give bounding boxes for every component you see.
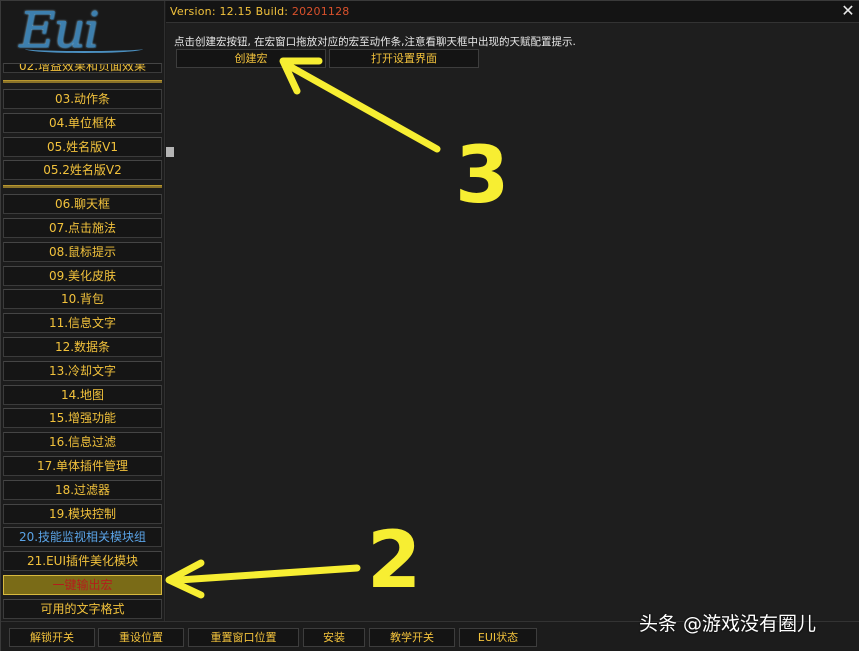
sidebar-item-11[interactable]: 11.信息文字 [3, 313, 162, 333]
sidebar-divider [3, 80, 162, 83]
sidebar-item-16[interactable]: 16.信息过滤 [3, 432, 162, 452]
logo-swoosh [25, 45, 143, 53]
create-macro-button[interactable]: 创建宏 [176, 49, 326, 68]
sidebar-item-17[interactable]: 17.单体插件管理 [3, 456, 162, 476]
unlock-toggle-button[interactable]: 解锁开关 [9, 628, 95, 647]
build-label: Build: [255, 5, 289, 18]
title-bar: Version: 12.15 Build: 20201128 ✕ [166, 1, 859, 23]
eui-status-button[interactable]: EUI状态 [459, 628, 537, 647]
build-number: 20201128 [291, 5, 350, 18]
sidebar-item-macro-output[interactable]: 一键输出宏 [3, 575, 162, 595]
sidebar-item-15[interactable]: 15.增强功能 [3, 408, 162, 428]
sidebar-item-05[interactable]: 05.姓名版V1 [3, 137, 162, 157]
sidebar-item-13[interactable]: 13.冷却文字 [3, 361, 162, 381]
sidebar-item-09[interactable]: 09.美化皮肤 [3, 266, 162, 286]
scroll-handle[interactable] [166, 147, 174, 157]
close-icon[interactable]: ✕ [840, 3, 856, 19]
sidebar-item-03[interactable]: 03.动作条 [3, 89, 162, 109]
install-button[interactable]: 安装 [303, 628, 365, 647]
version-number: 12.15 [219, 5, 252, 18]
sidebar-item-20[interactable]: 20.技能监视相关模块组 [3, 527, 162, 547]
sidebar-item-05-2[interactable]: 05.2姓名版V2 [3, 160, 162, 180]
version-info: Version: 12.15 Build: 20201128 [170, 5, 350, 19]
sidebar-item-06[interactable]: 06.聊天框 [3, 194, 162, 214]
version-label: Version: [170, 5, 216, 18]
sidebar: Eui 02.增益效果和负面效果 03.动作条 04.单位框体 05.姓名版V1… [1, 1, 165, 621]
sidebar-item-18[interactable]: 18.过滤器 [3, 480, 162, 500]
sidebar-item-04[interactable]: 04.单位框体 [3, 113, 162, 133]
sidebar-item-08[interactable]: 08.鼠标提示 [3, 242, 162, 262]
sidebar-item-07[interactable]: 07.点击施法 [3, 218, 162, 238]
sidebar-item-text-formats[interactable]: 可用的文字格式 [3, 599, 162, 619]
open-settings-button[interactable]: 打开设置界面 [329, 49, 479, 68]
sidebar-item-19[interactable]: 19.模块控制 [3, 504, 162, 524]
sidebar-item-14[interactable]: 14.地图 [3, 385, 162, 405]
annotation-marker-2: 2 [367, 516, 422, 606]
sidebar-item-02[interactable]: 02.增益效果和负面效果 [3, 63, 162, 73]
addon-config-window: Eui 02.增益效果和负面效果 03.动作条 04.单位框体 05.姓名版V1… [0, 0, 859, 651]
reset-window-position-button[interactable]: 重置窗口位置 [188, 628, 299, 647]
eui-logo: Eui [1, 1, 164, 63]
tutorial-toggle-button[interactable]: 教学开关 [369, 628, 455, 647]
annotation-marker-3: 3 [455, 131, 510, 221]
reset-position-button[interactable]: 重设位置 [98, 628, 184, 647]
main-panel: Version: 12.15 Build: 20201128 ✕ 点击创建宏按钮… [166, 1, 859, 621]
watermark: 头条 @游戏没有圈儿 [639, 613, 817, 635]
instruction-text: 点击创建宏按钮, 在宏窗口拖放对应的宏至动作条,注意看聊天框中出现的天赋配置提示… [174, 36, 576, 48]
sidebar-item-12[interactable]: 12.数据条 [3, 337, 162, 357]
sidebar-item-10[interactable]: 10.背包 [3, 289, 162, 309]
sidebar-divider [3, 185, 162, 188]
sidebar-item-21[interactable]: 21.EUI插件美化模块 [3, 551, 162, 571]
